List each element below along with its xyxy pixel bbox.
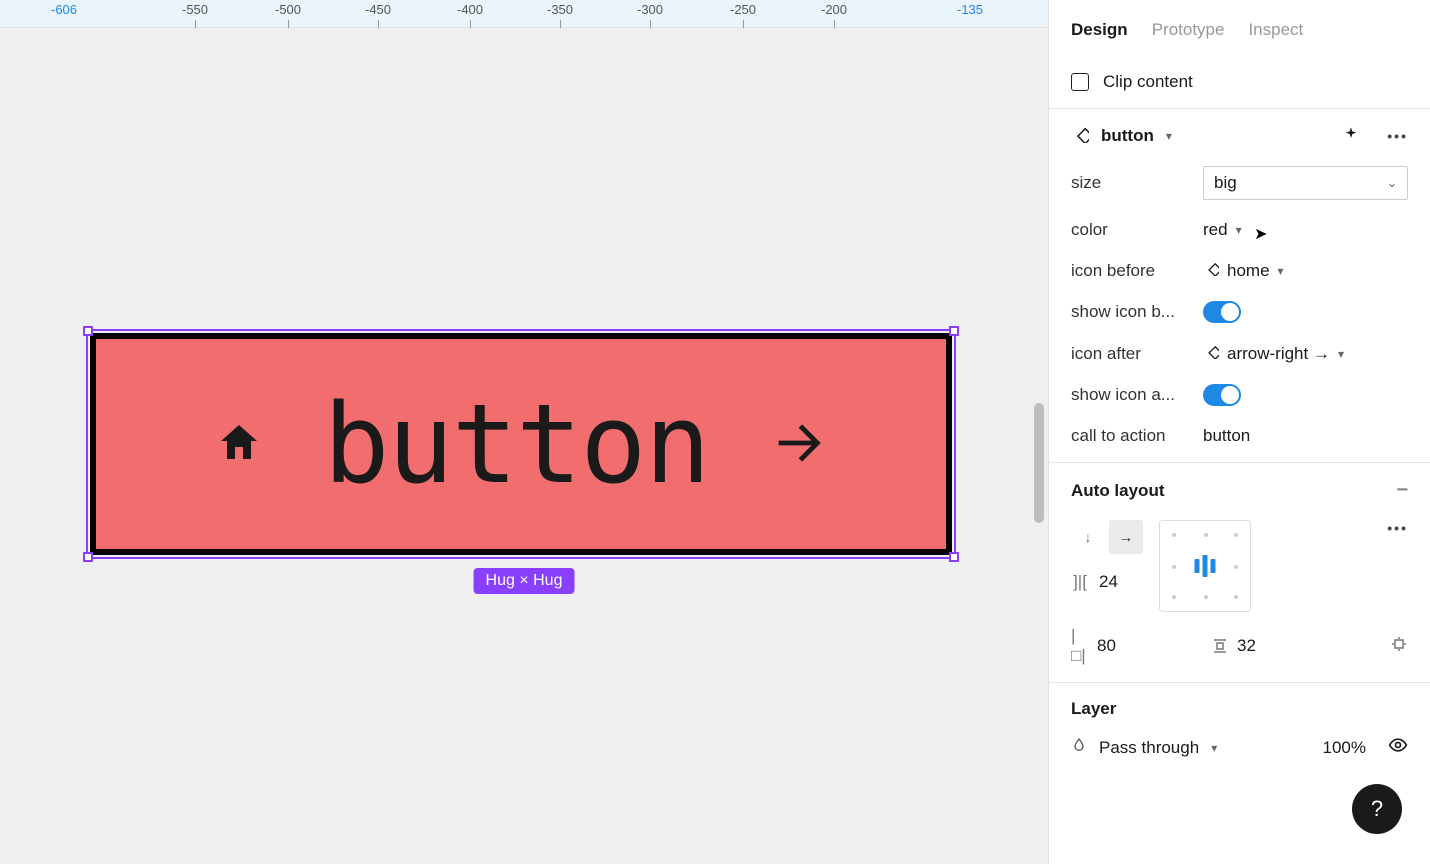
vertical-scrollbar[interactable]: [1034, 403, 1044, 523]
prop-color-value: red: [1203, 220, 1228, 240]
remove-auto-layout-button[interactable]: −: [1396, 479, 1408, 502]
blend-mode-value[interactable]: Pass through: [1099, 738, 1199, 758]
spacing-icon: ]|[: [1071, 572, 1089, 592]
more-icon[interactable]: •••: [1387, 128, 1408, 144]
padding-v-icon: [1211, 638, 1229, 654]
alignment-grid[interactable]: [1159, 520, 1251, 612]
direction-horizontal-button[interactable]: →: [1109, 520, 1143, 554]
padding-v-value[interactable]: 32: [1237, 636, 1256, 656]
chevron-down-icon: ⌄: [1387, 176, 1397, 190]
layer-title: Layer: [1071, 699, 1116, 719]
prop-icon-before-label: icon before: [1071, 261, 1191, 281]
tab-prototype[interactable]: Prototype: [1152, 20, 1225, 40]
padding-h-value[interactable]: 80: [1097, 636, 1116, 656]
component-sparkle-icon[interactable]: [1343, 126, 1359, 145]
button-text: button: [323, 380, 708, 508]
diamond-icon: [1203, 260, 1219, 281]
help-button[interactable]: ?: [1352, 784, 1402, 834]
diamond-icon: [1203, 343, 1219, 364]
panel-tabs: Design Prototype Inspect: [1049, 0, 1430, 56]
prop-icon-after-select[interactable]: arrow-right → ▾: [1203, 343, 1408, 364]
chevron-down-icon: ▾: [1236, 223, 1242, 237]
show-icon-before-toggle[interactable]: [1203, 301, 1241, 323]
ruler-end: -135: [957, 2, 983, 17]
auto-layout-title: Auto layout: [1071, 481, 1165, 501]
prop-icon-after-value: arrow-right →: [1227, 344, 1330, 364]
independent-padding-icon[interactable]: [1390, 635, 1408, 658]
size-badge: Hug × Hug: [474, 568, 575, 594]
arrow-right-icon: [769, 414, 827, 475]
prop-icon-after-label: icon after: [1071, 344, 1191, 364]
prop-show-icon-before-label: show icon b...: [1071, 302, 1191, 322]
prop-icon-before-select[interactable]: home ▾: [1203, 260, 1408, 281]
component-name[interactable]: button: [1101, 126, 1154, 146]
chevron-down-icon: ▾: [1278, 264, 1284, 278]
prop-size-label: size: [1071, 173, 1191, 193]
tab-design[interactable]: Design: [1071, 20, 1128, 40]
tab-inspect[interactable]: Inspect: [1248, 20, 1303, 40]
prop-color-label: color: [1071, 220, 1191, 240]
opacity-value[interactable]: 100%: [1323, 738, 1366, 758]
prop-cta-label: call to action: [1071, 426, 1191, 446]
direction-vertical-button[interactable]: ↓: [1071, 520, 1105, 554]
home-icon: [215, 419, 263, 470]
canvas-area[interactable]: -606 -550 -500 -450 -400 -350 -300 -250 …: [0, 0, 1048, 864]
gap-value[interactable]: 24: [1099, 572, 1118, 592]
help-label: ?: [1371, 796, 1383, 822]
prop-show-icon-after-label: show icon a...: [1071, 385, 1191, 405]
button-component[interactable]: button: [90, 333, 952, 555]
eye-icon[interactable]: [1388, 735, 1408, 760]
padding-h-icon: |□|: [1071, 626, 1089, 666]
prop-size-value: big: [1214, 173, 1237, 193]
show-icon-after-toggle[interactable]: [1203, 384, 1241, 406]
auto-layout-more-icon[interactable]: •••: [1387, 520, 1408, 536]
prop-size-select[interactable]: big ⌄: [1203, 166, 1408, 200]
prop-color-select[interactable]: red ▾: [1203, 220, 1408, 240]
canvas[interactable]: button Hug × Hug: [0, 28, 1048, 864]
chevron-down-icon: ▾: [1338, 347, 1344, 361]
clip-content-checkbox[interactable]: [1071, 73, 1089, 91]
blend-icon[interactable]: [1071, 737, 1087, 758]
ruler-start: -606: [51, 2, 77, 17]
clip-content-label: Clip content: [1103, 72, 1193, 92]
prop-cta-value: button: [1203, 426, 1250, 446]
chevron-down-icon[interactable]: ▾: [1166, 129, 1172, 143]
component-icon: [1071, 125, 1089, 146]
prop-cta-input[interactable]: button: [1203, 426, 1408, 446]
properties-panel: Design Prototype Inspect Clip content bu…: [1048, 0, 1430, 864]
chevron-down-icon[interactable]: ▾: [1211, 741, 1217, 755]
ruler: -606 -550 -500 -450 -400 -350 -300 -250 …: [0, 0, 1048, 28]
prop-icon-before-value: home: [1227, 261, 1270, 281]
